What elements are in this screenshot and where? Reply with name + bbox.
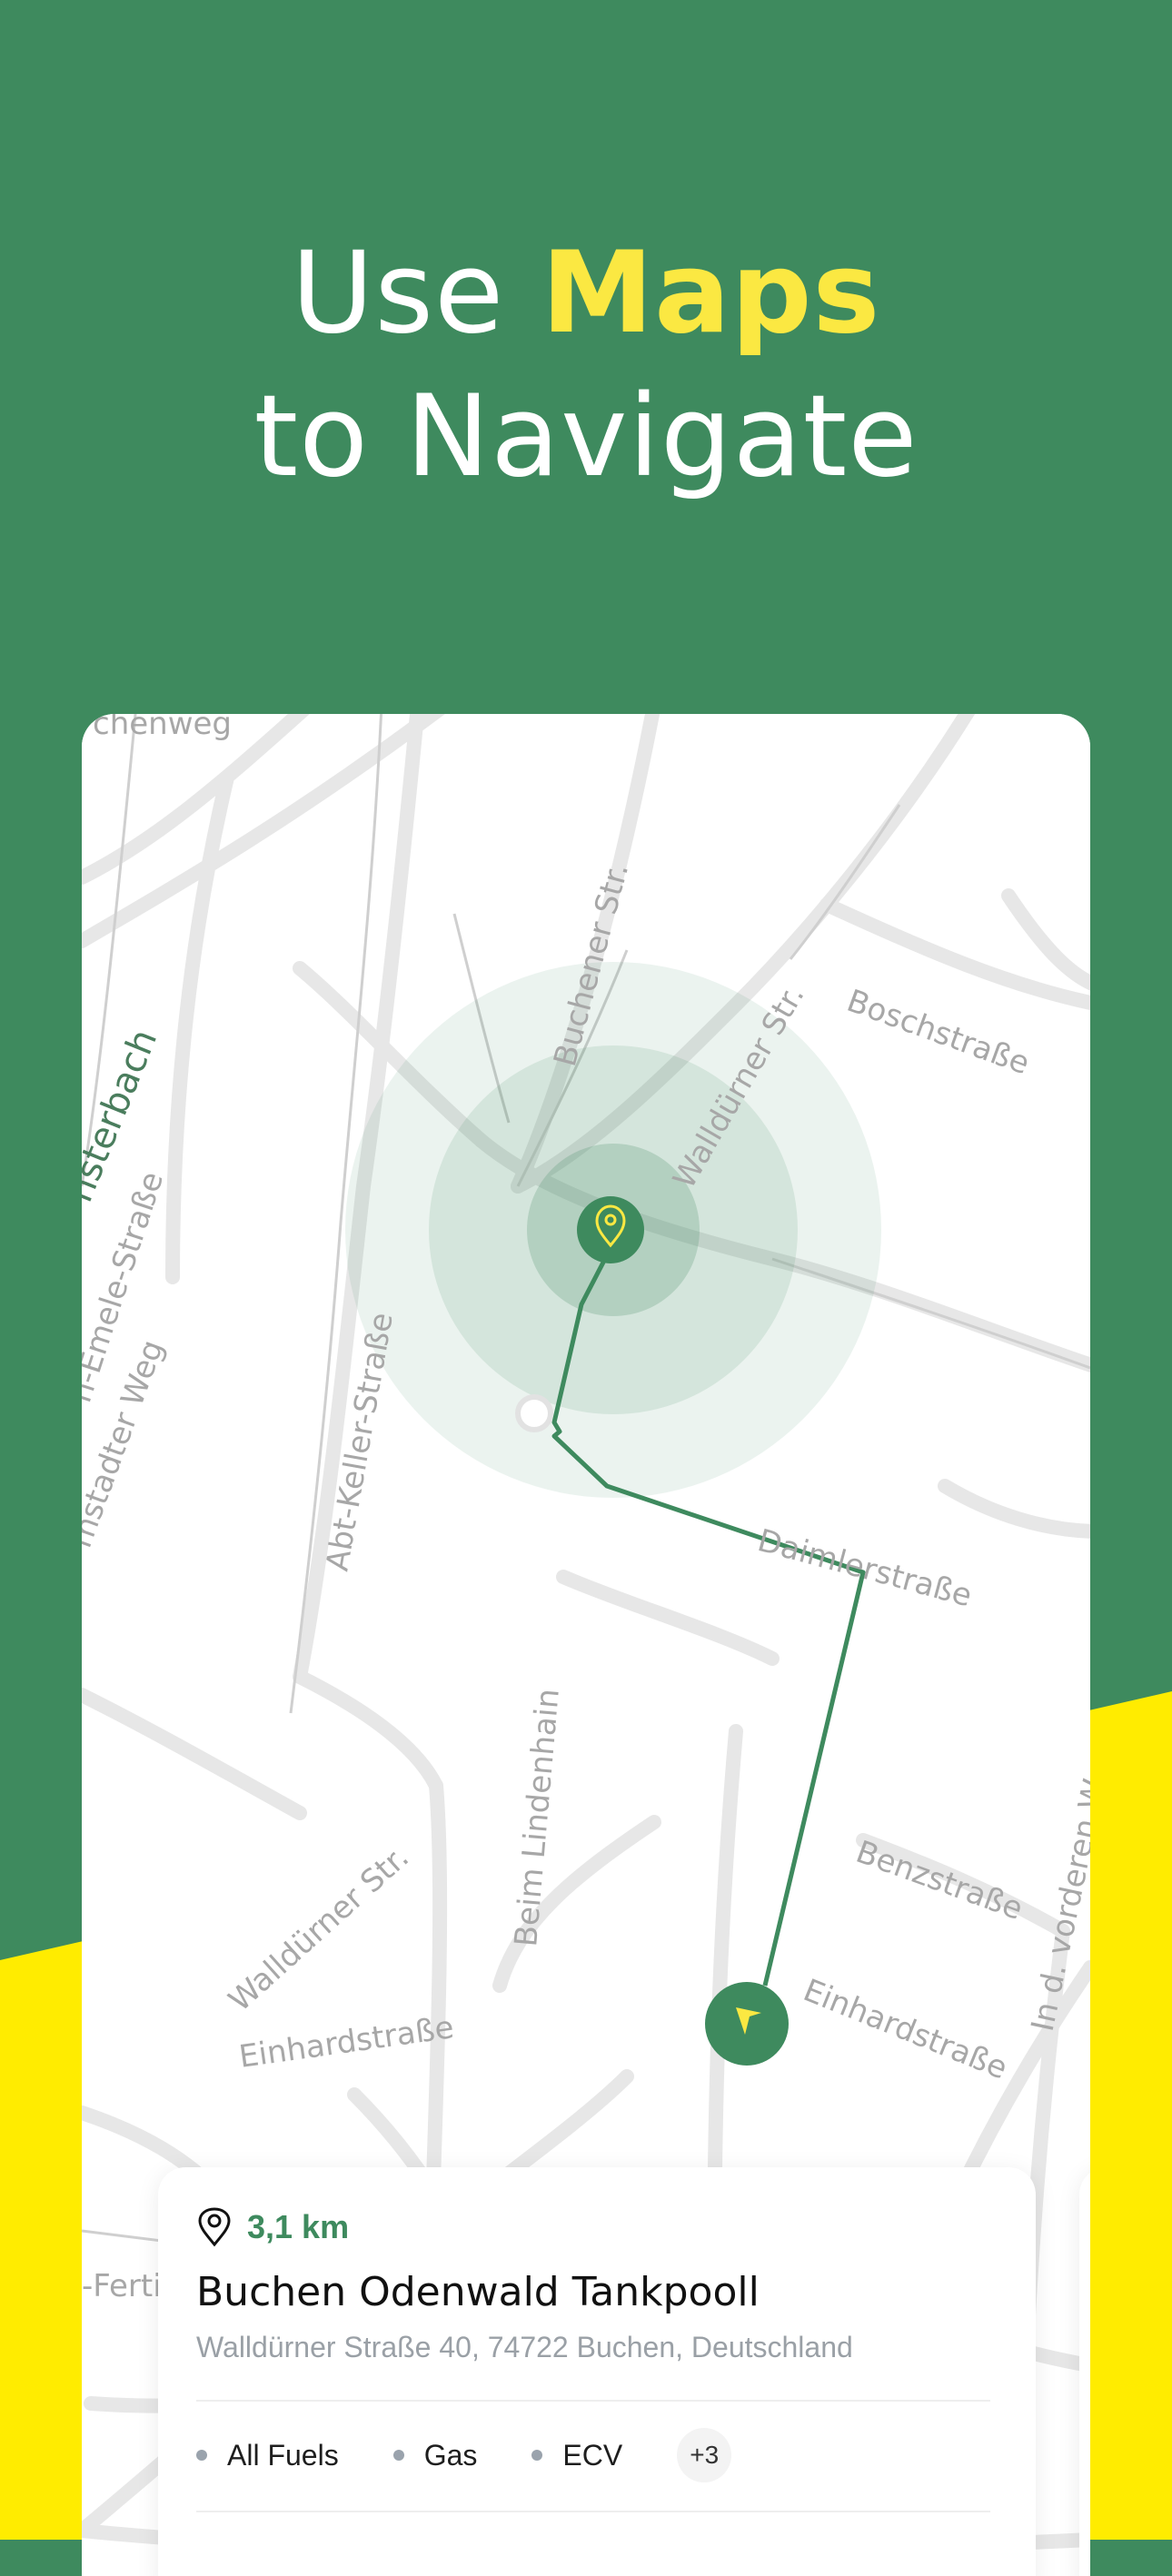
user-location-marker [705, 1982, 789, 2066]
map-label: -Ferti [82, 2268, 162, 2304]
fuel-tag-label: All Fuels [227, 2438, 339, 2472]
station-address: Walldürner Straße 40, 74722 Buchen, Deut… [196, 2331, 853, 2363]
fuel-tag: Gas [392, 2438, 478, 2472]
divider [196, 2511, 990, 2512]
station-card[interactable]: 3,1 km Buchen Odenwald Tankpooll Walldür… [158, 2167, 1036, 2576]
fuel-tag: All Fuels [196, 2439, 339, 2472]
bullet-dot-icon [531, 2450, 543, 2461]
fuel-tag-label: ECV [562, 2438, 623, 2472]
bullet-dot-icon [196, 2450, 207, 2461]
divider [196, 2400, 990, 2402]
distance-value: 3,1 km [247, 2208, 350, 2245]
phone-mockup: chenweg Buchener Str. Walldürner Str. Bo… [82, 714, 1090, 2576]
distance-row: 3,1 km [196, 2207, 349, 2247]
more-fuels-badge[interactable]: +3 [677, 2428, 732, 2482]
headline-line-2: to Navigate [253, 372, 919, 502]
fuel-tag-label: Gas [423, 2438, 478, 2472]
headline-line-1: Use Maps [0, 225, 1172, 362]
location-pin-icon [198, 2207, 231, 2247]
bullet-dot-icon [392, 2450, 404, 2461]
headline-highlight: Maps [541, 228, 881, 359]
fuel-types-row: All Fuels Gas ECV +3 [196, 2427, 732, 2483]
station-name: Buchen Odenwald Tankpooll [196, 2269, 760, 2315]
fuel-tag: ECV [531, 2439, 622, 2472]
map-label: chenweg [93, 714, 232, 742]
headline-prefix: Use [291, 228, 541, 359]
destination-marker[interactable] [577, 1196, 644, 1263]
next-station-card-peek[interactable] [1079, 2167, 1090, 2576]
